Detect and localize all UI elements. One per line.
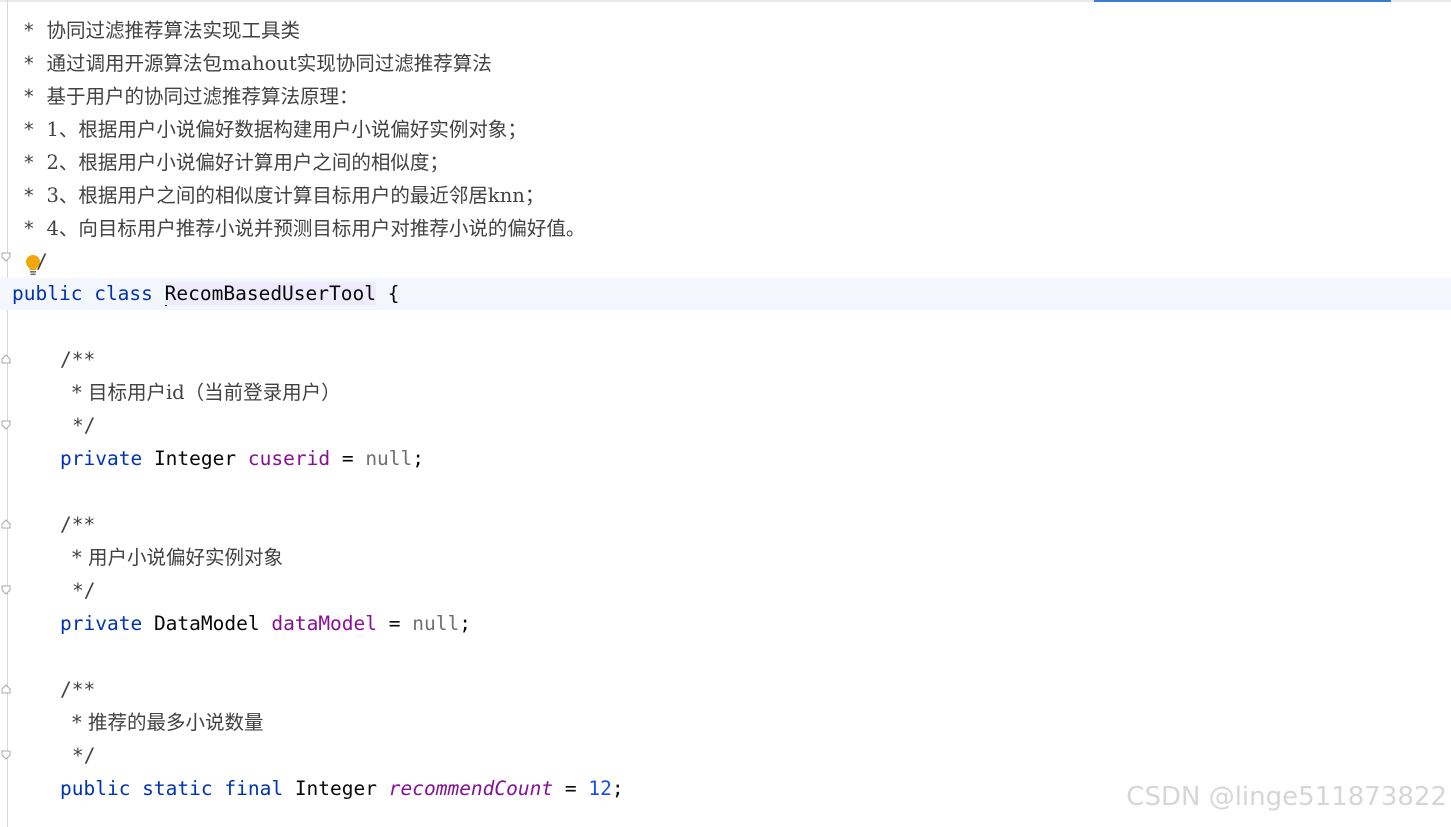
keyword-public: public (12, 282, 83, 305)
field-modifiers: private (60, 447, 143, 470)
doc-close: / (36, 250, 48, 273)
fold-marker-icon[interactable] (1, 750, 11, 760)
assign-operator: = (564, 777, 577, 800)
gutter-divider (7, 0, 8, 827)
javadoc-text: * 用户小说偏好实例对象 (72, 546, 283, 569)
doc-text: 3、根据用户之间的相似度计算目标用户的最近邻居knn； (46, 184, 545, 207)
doc-bullet: * (23, 151, 47, 174)
doc-line: * 2、根据用户小说偏好计算用户之间的相似度； (23, 147, 449, 179)
field-name[interactable]: recommendCount (389, 777, 553, 800)
doc-bullet: * (23, 184, 47, 207)
field-name[interactable]: dataModel (271, 612, 377, 635)
fold-marker-icon[interactable] (1, 684, 11, 694)
statement-end: ; (412, 447, 425, 470)
javadoc-open: /** (60, 678, 96, 701)
field-modifiers: public static final (60, 777, 284, 800)
fold-marker-icon[interactable] (1, 420, 11, 430)
doc-line: * 1、根据用户小说偏好数据构建用户小说偏好实例对象； (23, 114, 527, 146)
doc-text: 通过调用开源算法包mahout实现协同过滤推荐算法 (46, 52, 492, 75)
field-declaration[interactable]: private Integer cuserid = null; (60, 443, 424, 475)
field-name[interactable]: cuserid (248, 447, 330, 470)
field-type: DataModel (153, 612, 260, 635)
field-declaration[interactable]: public static final Integer recommendCou… (60, 773, 624, 805)
open-brace: { (387, 282, 400, 305)
code-editor[interactable]: * 协同过滤推荐算法实现工具类 * 通过调用开源算法包mahout实现协同过滤推… (0, 0, 1451, 827)
keyword-class: class (94, 282, 153, 305)
field-modifiers: private (60, 612, 143, 635)
assign-operator: = (388, 612, 401, 635)
field-type: Integer (153, 447, 237, 470)
javadoc-text: * 推荐的最多小说数量 (72, 711, 264, 734)
doc-line: * 4、向目标用户推荐小说并预测目标用户对推荐小说的偏好值。 (23, 213, 585, 245)
field-value: null (412, 612, 460, 635)
doc-line: * 基于用户的协同过滤推荐算法原理： (23, 81, 359, 113)
doc-text: 4、向目标用户推荐小说并预测目标用户对推荐小说的偏好值。 (46, 217, 586, 240)
class-declaration[interactable]: public class RecomBasedUserTool { (12, 278, 399, 310)
field-type: Integer (294, 777, 377, 800)
doc-bullet: * (23, 85, 47, 108)
doc-line: * 3、根据用户之间的相似度计算目标用户的最近邻居knn； (23, 180, 544, 212)
doc-line: * 通过调用开源算法包mahout实现协同过滤推荐算法 (23, 48, 492, 80)
doc-text: 基于用户的协同过滤推荐算法原理： (46, 85, 359, 108)
javadoc-close: */ (72, 744, 96, 767)
active-tab-indicator (1094, 0, 1391, 2)
javadoc-open: /** (60, 513, 96, 536)
javadoc-text: * 目标用户id（当前登录用户） (72, 381, 341, 404)
doc-bullet: * (23, 19, 47, 42)
javadoc-open: /** (60, 348, 96, 371)
fold-marker-icon[interactable] (1, 519, 11, 529)
statement-end: ; (611, 777, 624, 800)
fold-marker-icon[interactable] (1, 585, 11, 595)
doc-bullet: * (23, 52, 47, 75)
class-name[interactable]: RecomBasedUserTool (164, 282, 376, 305)
doc-text: 2、根据用户小说偏好计算用户之间的相似度； (46, 151, 449, 174)
doc-bullet: * (23, 217, 47, 240)
field-value: 12 (588, 777, 612, 800)
doc-line: * 协同过滤推荐算法实现工具类 (23, 15, 300, 47)
doc-bullet: * (23, 118, 47, 141)
javadoc-close: */ (72, 579, 96, 602)
statement-end: ; (459, 612, 471, 635)
javadoc-close: */ (72, 414, 96, 437)
doc-text: 1、根据用户小说偏好数据构建用户小说偏好实例对象； (46, 118, 527, 141)
field-value: null (365, 447, 413, 470)
field-declaration[interactable]: private DataModel dataModel = null; (60, 608, 471, 640)
fold-marker-icon[interactable] (1, 252, 11, 262)
watermark: CSDN @linge511873822 (1126, 782, 1447, 812)
assign-operator: = (341, 447, 354, 470)
fold-marker-icon[interactable] (1, 354, 11, 364)
doc-text: 协同过滤推荐算法实现工具类 (46, 19, 300, 42)
